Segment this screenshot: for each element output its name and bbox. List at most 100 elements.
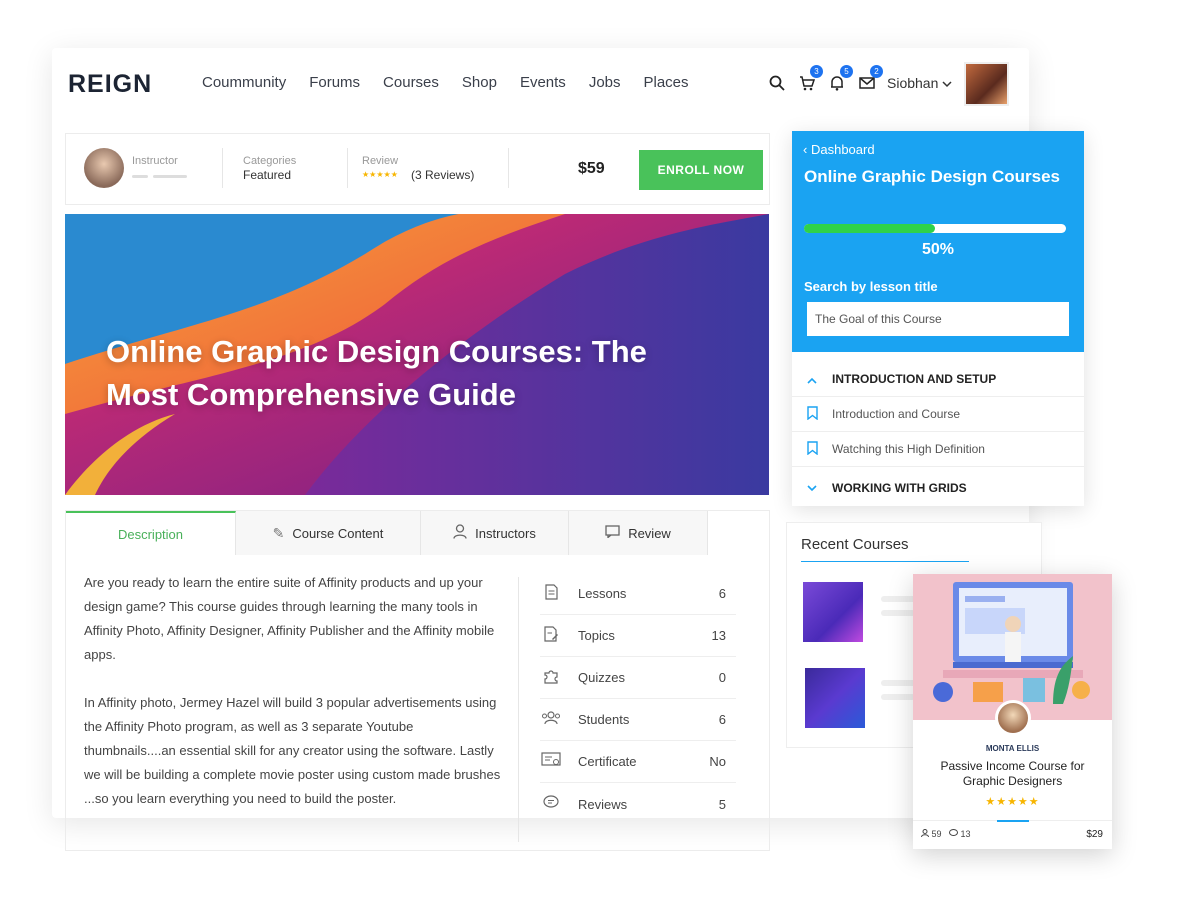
- description-paragraph: Are you ready to learn the entire suite …: [84, 575, 495, 662]
- card-footer-accent: [997, 820, 1029, 822]
- section-working-with-grids[interactable]: WORKING WITH GRIDS: [792, 470, 1084, 505]
- comment-icon: [605, 525, 620, 541]
- stat-label: Students: [578, 712, 630, 727]
- course-price: $59: [578, 160, 605, 177]
- categories-value[interactable]: Featured: [243, 168, 291, 182]
- instructor-avatar[interactable]: [84, 148, 124, 188]
- user-icon: [453, 524, 467, 542]
- stat-label: Reviews: [578, 796, 628, 812]
- course-progress-label: 50%: [921, 241, 955, 258]
- lesson-panel-header: ‹ Dashboard Online Graphic Design Course…: [792, 131, 1084, 352]
- stat-topics: Topics 13: [540, 615, 736, 657]
- section-label: WORKING WITH GRIDS: [832, 480, 967, 495]
- course-illustration: [913, 574, 1112, 720]
- document-icon: [540, 584, 562, 603]
- course-card-image: [913, 574, 1112, 720]
- document-edit-icon: ✎: [272, 524, 285, 541]
- tab-label: Instructors: [475, 525, 536, 541]
- section-label: INTRODUCTION AND SETUP: [832, 372, 997, 386]
- nav-events[interactable]: Events: [520, 74, 566, 91]
- mail-icon[interactable]: 2: [856, 65, 883, 94]
- stat-reviews: Reviews 5: [540, 783, 736, 825]
- text-placeholder: [881, 694, 915, 700]
- lesson-search-label: Search by lesson title: [804, 279, 938, 294]
- instructor-label: Instructor: [132, 155, 178, 167]
- nav-courses[interactable]: Courses: [383, 74, 439, 91]
- site-logo[interactable]: REIGN: [68, 70, 152, 99]
- card-rating-stars: ★★★★★: [985, 796, 1040, 808]
- stat-certificate: Certificate No: [540, 741, 736, 783]
- lesson-item[interactable]: Watching this High Definition: [792, 432, 1084, 467]
- students-count: 59: [921, 829, 942, 839]
- tab-label: Review: [628, 525, 671, 541]
- chevron-up-icon: [792, 372, 832, 387]
- stat-value: 6: [718, 586, 726, 601]
- chevron-down-icon: [792, 480, 832, 495]
- comment-icon: [949, 829, 961, 839]
- main-nav: Coummunity Forums Courses Shop Events Jo…: [202, 74, 712, 91]
- course-card[interactable]: MONTA ELLIS Passive Income Course for Gr…: [913, 574, 1112, 849]
- bookmark-icon: [792, 440, 832, 458]
- lesson-label: Introduction and Course: [832, 407, 961, 421]
- course-progress-fill: [804, 224, 935, 233]
- tab-instructors[interactable]: Instructors: [421, 511, 569, 555]
- course-progress-bar: [804, 224, 1066, 233]
- nav-community[interactable]: Coummunity: [202, 74, 286, 91]
- card-price: $29: [1086, 829, 1103, 840]
- back-label: Dashboard: [810, 142, 875, 157]
- divider: [518, 577, 519, 842]
- nav-places[interactable]: Places: [644, 74, 689, 91]
- lesson-search-input[interactable]: [807, 302, 1069, 336]
- tab-label: Course Content: [292, 525, 384, 541]
- chevron-left-icon: ‹: [803, 142, 808, 157]
- site-header: REIGN Coummunity Forums Courses Shop Eve…: [52, 48, 1029, 120]
- user-menu[interactable]: Siobhan: [887, 75, 952, 91]
- instructor-name-placeholder: [153, 175, 187, 178]
- tab-description[interactable]: Description: [66, 511, 236, 555]
- bell-icon[interactable]: 5: [826, 65, 853, 94]
- divider: [222, 148, 223, 188]
- categories-label: Categories: [243, 155, 297, 167]
- card-author-avatar[interactable]: [995, 700, 1031, 736]
- stat-quizzes: Quizzes 0: [540, 657, 736, 699]
- search-icon[interactable]: [766, 72, 788, 94]
- review-label: Review: [362, 155, 399, 167]
- stat-label: Topics: [578, 628, 615, 643]
- lesson-label: Watching this High Definition: [832, 442, 985, 456]
- recent-course-thumbnail[interactable]: [803, 582, 863, 642]
- dashboard-back-link[interactable]: ‹ Dashboard: [803, 142, 875, 157]
- stat-label: Certificate: [578, 754, 637, 769]
- bookmark-icon: [792, 405, 832, 423]
- hero-title: Online Graphic Design Courses: The Most …: [106, 334, 647, 412]
- comment-icon: [540, 795, 562, 813]
- recent-courses-title: Recent Courses: [801, 536, 909, 553]
- stat-value: 0: [718, 670, 726, 685]
- enroll-now-button[interactable]: ENROLL NOW: [639, 150, 763, 190]
- chevron-down-icon: [942, 75, 952, 91]
- card-author-name[interactable]: MONTA ELLIS: [913, 744, 1112, 753]
- nav-shop[interactable]: Shop: [462, 74, 497, 91]
- user-icon: [921, 829, 932, 839]
- user-avatar[interactable]: [964, 62, 1009, 106]
- students-count-value: 59: [931, 829, 942, 839]
- recent-course-thumbnail[interactable]: [805, 668, 865, 728]
- tab-course-content[interactable]: ✎ Course Content: [236, 511, 421, 555]
- lesson-item[interactable]: Introduction and Course: [792, 397, 1084, 432]
- panel-course-title: Online Graphic Design Courses: [804, 167, 1061, 186]
- stat-value: 5: [718, 796, 726, 812]
- review-stars: ★★★★★: [362, 170, 398, 179]
- user-name: Siobhan: [887, 75, 939, 91]
- nav-forums[interactable]: Forums: [309, 74, 360, 91]
- divider: [508, 148, 509, 188]
- nav-jobs[interactable]: Jobs: [589, 74, 621, 91]
- stat-label: Quizzes: [578, 670, 625, 685]
- section-introduction-and-setup[interactable]: INTRODUCTION AND SETUP: [792, 362, 1084, 397]
- card-course-title[interactable]: Passive Income Course for Graphic Design…: [923, 759, 1102, 789]
- divider: [347, 148, 348, 188]
- review-count[interactable]: (3 Reviews): [411, 168, 474, 182]
- cart-icon[interactable]: 3: [796, 65, 823, 94]
- users-icon: [540, 711, 562, 728]
- course-tabs-panel: Description ✎ Course Content Instructors…: [65, 510, 770, 851]
- tab-review[interactable]: Review: [569, 511, 708, 555]
- lesson-sidebar-panel: ‹ Dashboard Online Graphic Design Course…: [792, 131, 1084, 506]
